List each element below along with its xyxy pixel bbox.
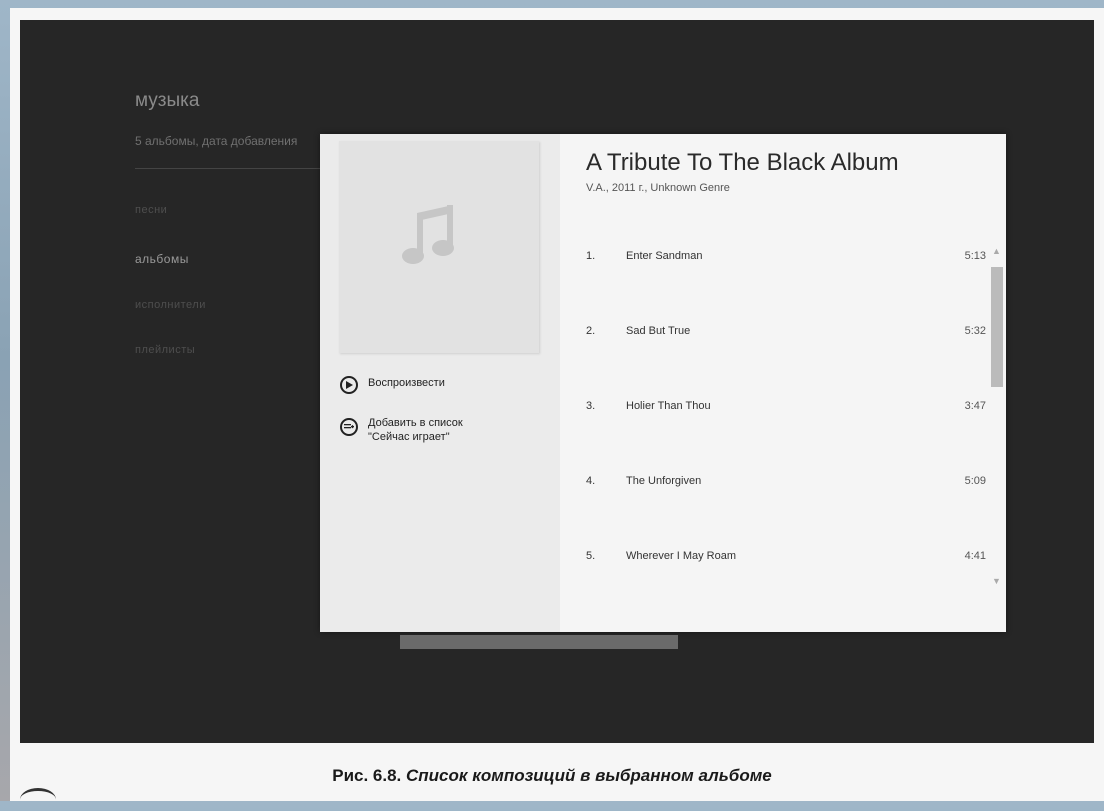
track-duration: 5:09 — [964, 475, 986, 487]
track-duration: 3:47 — [964, 400, 986, 412]
track-duration: 5:13 — [964, 250, 986, 262]
track-number: 1. — [586, 250, 596, 262]
album-title: A Tribute To The Black Album — [586, 149, 899, 176]
music-note-icon — [402, 205, 454, 264]
add-to-now-playing-button[interactable]: Добавить в список "Сейчас играет" — [340, 417, 463, 444]
track-name: The Unforgiven — [626, 475, 702, 487]
track-row[interactable]: 5. Wherever I May Roam 4:41 — [584, 550, 986, 570]
figure-caption-prefix: Рис. 6.8. — [332, 766, 402, 785]
track-name: Wherever I May Roam — [626, 550, 737, 562]
track-number: 2. — [586, 325, 596, 337]
track-duration: 5:32 — [964, 325, 986, 337]
album-detail-dialog: Воспроизвести Добавить в список "Сейчас … — [320, 134, 1006, 632]
scroll-up-arrow-icon[interactable]: ▲ — [992, 246, 1001, 256]
track-name: Sad But True — [626, 325, 691, 337]
album-art — [339, 141, 539, 353]
nav-item-playlists[interactable]: плейлисты — [135, 344, 195, 356]
add-to-list-icon — [340, 418, 358, 436]
add-to-now-playing-label: Добавить в список "Сейчас играет" — [368, 417, 463, 443]
play-button[interactable]: Воспроизвести — [340, 376, 445, 394]
track-row[interactable]: 3. Holier Than Thou 3:47 — [584, 400, 986, 420]
page-corner-mark — [20, 788, 56, 811]
app-subtitle: 5 альбомы, дата добавления — [135, 134, 298, 148]
track-duration: 4:41 — [964, 550, 986, 562]
play-label: Воспроизвести — [368, 377, 445, 389]
track-number: 3. — [586, 400, 596, 412]
horizontal-scrollbar[interactable] — [400, 635, 678, 649]
figure-caption: Рис. 6.8. Список композиций в выбранном … — [0, 766, 1104, 786]
nav-item-artists[interactable]: исполнители — [135, 299, 206, 311]
track-row[interactable]: 2. Sad But True 5:32 — [584, 325, 986, 345]
track-name: Holier Than Thou — [626, 400, 711, 412]
album-meta: V.A., 2011 г., Unknown Genre — [586, 182, 730, 194]
nav-item-songs[interactable]: песни — [135, 204, 167, 216]
play-icon — [340, 376, 358, 394]
scroll-down-arrow-icon[interactable]: ▼ — [992, 576, 1001, 586]
track-number: 4. — [586, 475, 596, 487]
nav-item-albums[interactable]: альбомы — [135, 252, 189, 266]
music-app-screen: музыка 5 альбомы, дата добавления песни … — [20, 20, 1094, 743]
track-row[interactable]: 4. The Unforgiven 5:09 — [584, 475, 986, 495]
track-number: 5. — [586, 550, 596, 562]
tracklist-scrollbar-thumb[interactable] — [991, 267, 1003, 387]
track-row[interactable]: 1. Enter Sandman 5:13 — [584, 250, 986, 270]
album-left-pane: Воспроизвести Добавить в список "Сейчас … — [320, 134, 560, 632]
app-title: музыка — [135, 90, 200, 111]
nav-divider — [135, 168, 325, 169]
figure-caption-text: Список композиций в выбранном альбоме — [406, 766, 772, 785]
track-name: Enter Sandman — [626, 250, 703, 262]
